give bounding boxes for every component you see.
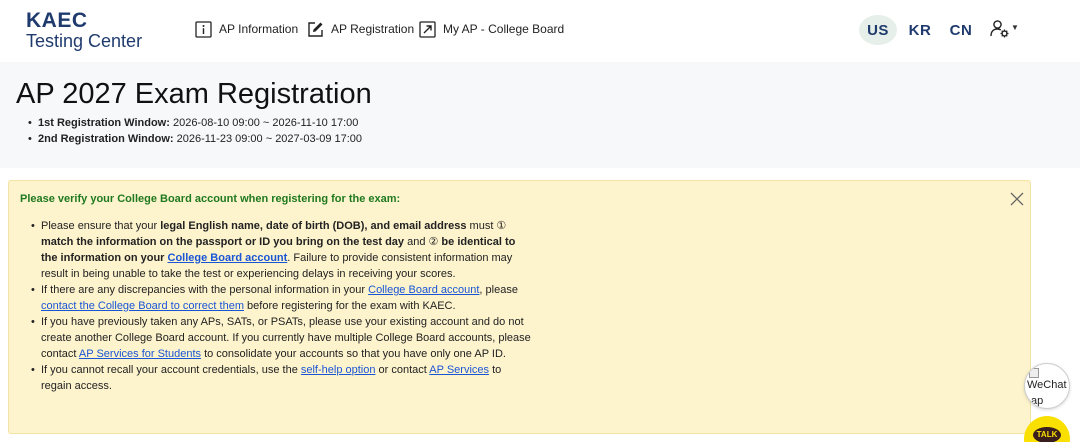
registration-window-2: 2nd Registration Window: 2026-11-23 09:0… xyxy=(28,131,362,147)
college-board-warning-alert: Please verify your College Board account… xyxy=(8,180,1031,434)
language-us-button[interactable]: US xyxy=(859,15,897,45)
nav-my-ap-college-board[interactable]: My AP - College Board xyxy=(419,18,564,40)
alert-title: Please verify your College Board account… xyxy=(20,193,401,205)
alert-item-4: If you cannot recall your account creden… xyxy=(31,362,531,394)
broken-image-icon xyxy=(1029,368,1039,378)
logo-line-1: KAEC xyxy=(26,9,88,32)
wechat-button[interactable]: WeChat ap xyxy=(1024,363,1070,409)
nav-ap-information[interactable]: AP Information xyxy=(195,18,298,40)
nav-my-ap-college-board-label: My AP - College Board xyxy=(443,22,565,36)
alert-item-3: If you have previously taken any APs, SA… xyxy=(31,314,531,362)
wechat-label-2: ap xyxy=(1031,395,1044,407)
alert-list: Please ensure that your legal English na… xyxy=(31,218,531,394)
user-menu-dropdown[interactable]: ▼ xyxy=(990,19,1019,39)
page-title: AP 2027 Exam Registration xyxy=(16,78,372,110)
nav-ap-registration-label: AP Registration xyxy=(331,22,415,36)
nav-ap-information-label: AP Information xyxy=(219,22,299,36)
close-icon[interactable] xyxy=(1008,190,1026,208)
registration-window-1: 1st Registration Window: 2026-08-10 09:0… xyxy=(28,115,362,131)
ap-services-for-students-link[interactable]: AP Services for Students xyxy=(79,348,201,360)
contact-college-board-link[interactable]: contact the College Board to correct the… xyxy=(41,300,244,312)
college-board-account-link-2[interactable]: College Board account xyxy=(368,284,479,296)
edit-icon xyxy=(308,21,323,37)
site-logo[interactable]: KAEC Testing Center xyxy=(26,10,142,50)
page-header: AP 2027 Exam Registration 1st Registrati… xyxy=(0,62,1080,168)
top-navbar: KAEC Testing Center AP Information AP Re… xyxy=(0,0,1080,62)
ap-services-link[interactable]: AP Services xyxy=(429,364,489,376)
language-kr-button[interactable]: KR xyxy=(901,15,939,45)
info-icon xyxy=(195,20,212,38)
self-help-option-link[interactable]: self-help option xyxy=(301,364,376,376)
talk-label: TALK xyxy=(1036,430,1058,439)
external-link-icon xyxy=(419,20,436,38)
alert-item-1: Please ensure that your legal English na… xyxy=(31,218,531,282)
language-cn-button[interactable]: CN xyxy=(942,15,980,45)
chevron-down-icon: ▼ xyxy=(1011,23,1019,32)
user-settings-icon xyxy=(990,20,1009,38)
college-board-account-link[interactable]: College Board account xyxy=(168,252,288,264)
logo-line-2: Testing Center xyxy=(26,31,143,51)
nav-ap-registration[interactable]: AP Registration xyxy=(307,18,414,40)
wechat-label: WeChat xyxy=(1027,379,1067,391)
alert-item-2: If there are any discrepancies with the … xyxy=(31,282,531,314)
registration-windows: 1st Registration Window: 2026-08-10 09:0… xyxy=(28,115,362,147)
